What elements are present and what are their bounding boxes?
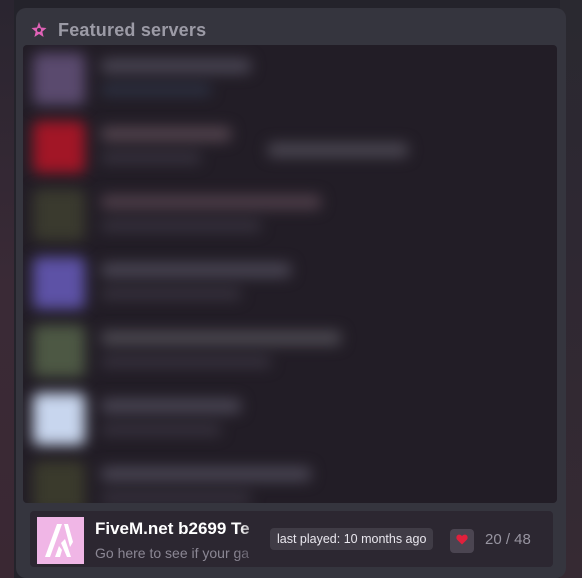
server-thumbnail (33, 393, 85, 445)
server-tag-blurred (268, 143, 408, 157)
server-desc-blurred (101, 221, 261, 231)
server-thumbnail (33, 257, 85, 309)
server-row[interactable] (23, 453, 557, 503)
server-list[interactable] (23, 45, 557, 503)
server-desc-blurred (101, 493, 251, 503)
player-count: 20 / 48 (485, 531, 531, 548)
server-description: Go here to see if your ga (95, 545, 250, 561)
server-desc-blurred (101, 289, 241, 299)
pinned-server-row[interactable]: FiveM.net b2699 Te Go here to see if you… (30, 511, 553, 567)
server-name-blurred (101, 59, 251, 73)
server-desc-blurred (101, 357, 271, 367)
server-name-blurred (101, 263, 291, 277)
background-left (0, 0, 14, 578)
server-thumbnail (33, 325, 85, 377)
server-thumbnail (33, 189, 85, 241)
server-row[interactable] (23, 181, 557, 249)
last-played-badge: last played: 10 months ago (270, 528, 434, 550)
server-name: FiveM.net b2699 Te (95, 519, 250, 538)
server-desc-blurred (101, 153, 201, 163)
server-desc-blurred (101, 425, 221, 435)
server-row[interactable] (23, 249, 557, 317)
server-row[interactable] (23, 45, 557, 113)
star-icon (30, 21, 48, 39)
server-name-blurred (101, 467, 311, 481)
favorite-button[interactable] (450, 529, 474, 553)
server-row[interactable] (23, 385, 557, 453)
server-row[interactable] (23, 317, 557, 385)
featured-servers-panel: Featured servers FiveM.net b2699 Te Go h… (16, 8, 566, 578)
server-desc-blurred (101, 85, 211, 95)
server-name-blurred (101, 127, 231, 141)
server-row[interactable] (23, 113, 557, 181)
panel-header: Featured servers (30, 18, 206, 42)
server-thumbnail (33, 53, 85, 105)
server-thumbnail (33, 121, 85, 173)
server-name-blurred (101, 331, 341, 345)
server-name-blurred (101, 399, 241, 413)
server-thumbnail (33, 461, 85, 503)
server-name-blurred (101, 195, 321, 209)
fivem-logo-icon (37, 517, 84, 564)
heart-icon (456, 532, 468, 550)
panel-title: Featured servers (58, 19, 207, 40)
